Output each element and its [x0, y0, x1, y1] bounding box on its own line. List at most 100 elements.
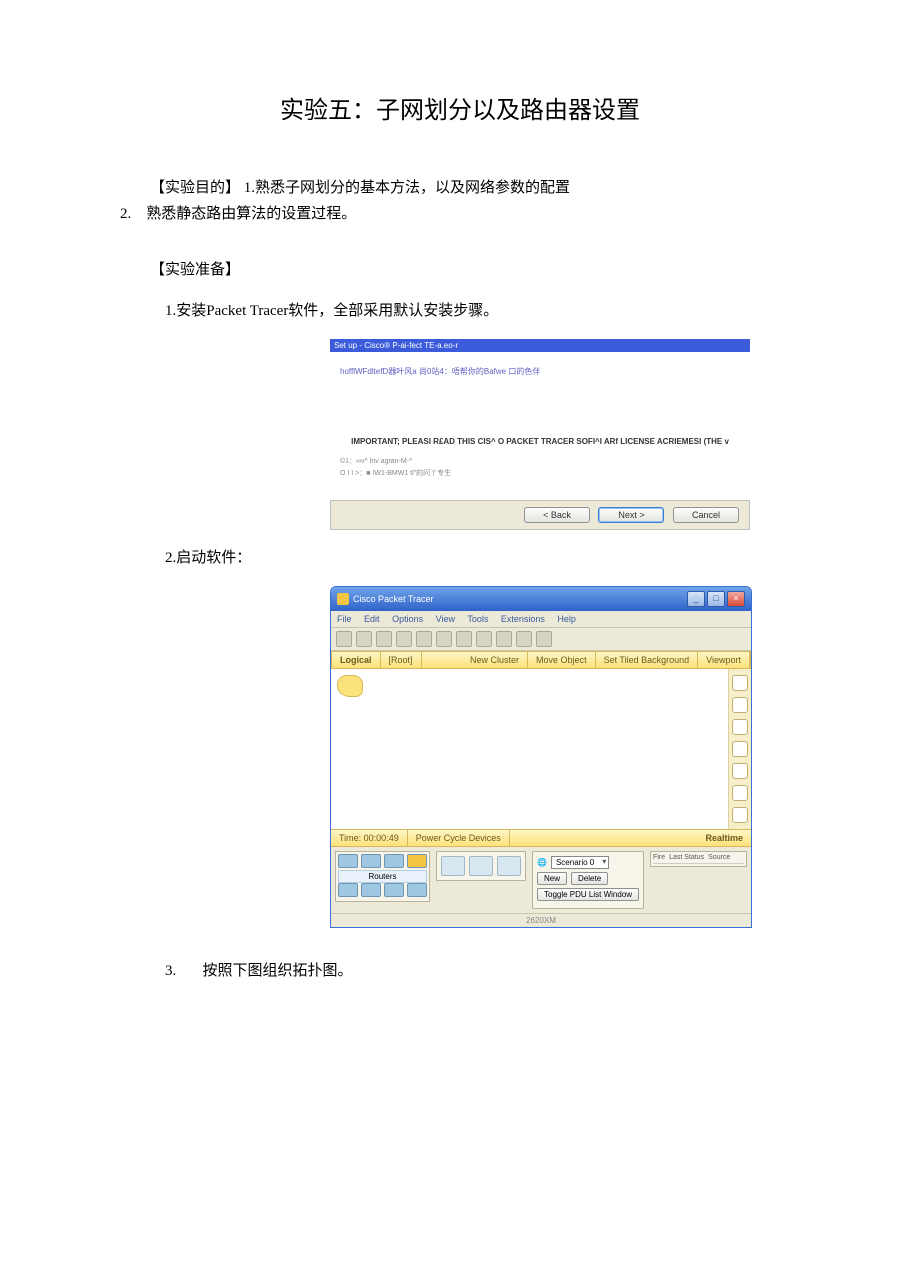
logical-tab[interactable]: Logical — [332, 652, 381, 668]
toggle-pdu-button[interactable]: Toggle PDU List Window — [537, 888, 639, 901]
installer-titlebar: Set up - Cisco® P-ai-fect TE-a.eo-r — [330, 339, 750, 352]
undo-icon[interactable] — [456, 631, 472, 647]
col-fire: Fire — [653, 854, 665, 861]
device-panel: Routers 🌐 — [331, 847, 751, 913]
multiuser-category-icon[interactable] — [407, 883, 427, 897]
scenario-dropdown[interactable]: Scenario 0 — [551, 856, 609, 869]
installer-window: Set up - Cisco® P-ai-fect TE-a.eo-r hoff… — [330, 339, 750, 530]
copy-icon[interactable] — [416, 631, 432, 647]
prep-step1-text: 安装Packet Tracer软件，全部采用默认安装步骤。 — [176, 303, 498, 319]
zoom-in-icon[interactable] — [496, 631, 512, 647]
print-icon[interactable] — [396, 631, 412, 647]
installer-button-bar: < Back Next > Cancel — [330, 500, 750, 530]
power-cycle-button[interactable]: Power Cycle Devices — [408, 830, 510, 846]
menu-bar: File Edit Options View Tools Extensions … — [331, 611, 751, 628]
router-model-2-icon[interactable] — [469, 856, 493, 876]
workspace-canvas[interactable] — [331, 669, 728, 799]
paste-icon[interactable] — [436, 631, 452, 647]
move-object-button[interactable]: Move Object — [528, 652, 596, 668]
cancel-button[interactable]: Cancel — [673, 507, 739, 523]
new-cluster-button[interactable]: New Cluster — [462, 652, 528, 668]
objective-item2: 熟悉静态路由算法的设置过程。 — [146, 206, 356, 222]
pt-title: Cisco Packet Tracer — [353, 594, 434, 604]
col-last-status: Last Status — [669, 854, 704, 861]
installer-radio-decline[interactable]: O I I >：■ IW1-BMW1 tl"的问丫专生 — [340, 468, 740, 480]
redo-icon[interactable] — [476, 631, 492, 647]
prep-step3-text: 按照下图组织拓扑图。 — [203, 963, 353, 979]
device-models-box — [436, 851, 526, 881]
menu-extensions[interactable]: Extensions — [501, 614, 545, 624]
router-model-3-icon[interactable] — [497, 856, 521, 876]
objective-line-2: 2. 熟悉静态路由算法的设置过程。 — [120, 201, 800, 227]
zoom-out-icon[interactable] — [516, 631, 532, 647]
complex-pdu-icon[interactable] — [732, 807, 748, 823]
resize-tool-icon[interactable] — [732, 763, 748, 779]
minimize-button[interactable]: _ — [687, 591, 705, 607]
place-note-icon[interactable] — [732, 697, 748, 713]
model-bar: 2620XM — [331, 913, 751, 927]
installer-important: IMPORTANT; PLEASI R£AD THIS CIS^ O PACKE… — [340, 437, 740, 446]
objective-heading: 【实验目的】 — [150, 180, 240, 196]
close-button[interactable]: × — [727, 591, 745, 607]
globe-icon: 🌐 — [537, 858, 547, 867]
menu-help[interactable]: Help — [557, 614, 576, 624]
workspace-bar: Logical [Root] New Cluster Move Object S… — [331, 651, 751, 669]
delete-tool-icon[interactable] — [732, 719, 748, 735]
packet-tracer-window: Cisco Packet Tracer _ □ × File Edit Opti… — [330, 586, 752, 928]
help-icon[interactable] — [536, 631, 552, 647]
new-scenario-button[interactable]: New — [537, 872, 567, 885]
prep-step2-prefix: 2. — [165, 550, 176, 566]
new-file-icon[interactable] — [336, 631, 352, 647]
pt-titlebar: Cisco Packet Tracer _ □ × — [331, 587, 751, 611]
back-button[interactable]: < Back — [524, 507, 590, 523]
viewport-button[interactable]: Viewport — [698, 652, 750, 668]
maximize-button[interactable]: □ — [707, 591, 725, 607]
right-toolbar — [728, 669, 751, 829]
objective-item1: 熟悉子网划分的基本方法，以及网络参数的配置 — [255, 180, 570, 196]
set-tiled-bg-button[interactable]: Set Tiled Background — [596, 652, 699, 668]
prep-step3-prefix: 3. — [165, 958, 203, 984]
menu-edit[interactable]: Edit — [364, 614, 380, 624]
installer-radio-accept[interactable]: ©1：∞v^ lnv agran-M-^ — [340, 456, 740, 468]
menu-file[interactable]: File — [337, 614, 352, 624]
simple-pdu-icon[interactable] — [732, 785, 748, 801]
routers-category-icon[interactable] — [338, 854, 358, 868]
prep-step3: 3.按照下图组织拓扑图。 — [120, 958, 800, 984]
installer-headline: hofflWFdltefD器叶风a 尚0站4：唔帮你的Bafwe 口的色伴 — [340, 366, 740, 377]
root-indicator[interactable]: [Root] — [381, 652, 422, 668]
inspect-tool-icon[interactable] — [732, 741, 748, 757]
end-devices-category-icon[interactable] — [338, 883, 358, 897]
objective-item1-prefix: 1. — [240, 180, 255, 196]
prep-step1: 1.安装Packet Tracer软件，全部采用默认安装步骤。 — [120, 298, 800, 324]
router-model-1-icon[interactable] — [441, 856, 465, 876]
prep-step2: 2.启动软件： — [120, 545, 800, 571]
prep-heading: 【实验准备】 — [120, 257, 800, 283]
next-button[interactable]: Next > — [598, 507, 664, 523]
device-category-box: Routers — [335, 851, 430, 902]
menu-tools[interactable]: Tools — [467, 614, 488, 624]
pdu-list: Fire Last Status Source — [650, 851, 747, 867]
objective-line-1: 【实验目的】 1.熟悉子网划分的基本方法，以及网络参数的配置 — [120, 175, 800, 201]
select-tool-icon[interactable] — [732, 675, 748, 691]
wan-category-icon[interactable] — [361, 883, 381, 897]
switches-category-icon[interactable] — [361, 854, 381, 868]
realtime-tab[interactable]: Realtime — [697, 830, 751, 846]
packet-tracer-figure: Cisco Packet Tracer _ □ × File Edit Opti… — [330, 586, 800, 928]
menu-view[interactable]: View — [436, 614, 455, 624]
save-icon[interactable] — [376, 631, 392, 647]
menu-options[interactable]: Options — [392, 614, 423, 624]
delete-scenario-button[interactable]: Delete — [571, 872, 608, 885]
app-icon — [337, 593, 349, 605]
col-source: Source — [708, 854, 730, 861]
connections-category-icon[interactable] — [407, 854, 427, 868]
custom-category-icon[interactable] — [384, 883, 404, 897]
installer-figure: Set up - Cisco® P-ai-fect TE-a.eo-r hoff… — [330, 339, 800, 530]
prep-step1-prefix: 1. — [165, 303, 176, 319]
open-file-icon[interactable] — [356, 631, 372, 647]
hubs-category-icon[interactable] — [384, 854, 404, 868]
cluster-blob-icon[interactable] — [337, 675, 363, 697]
main-toolbar — [331, 628, 751, 651]
prep-step2-text: 启动软件： — [176, 550, 251, 566]
objective-item2-prefix: 2. — [120, 206, 131, 222]
realtime-bar: Time: 00:00:49 Power Cycle Devices Realt… — [331, 829, 751, 847]
